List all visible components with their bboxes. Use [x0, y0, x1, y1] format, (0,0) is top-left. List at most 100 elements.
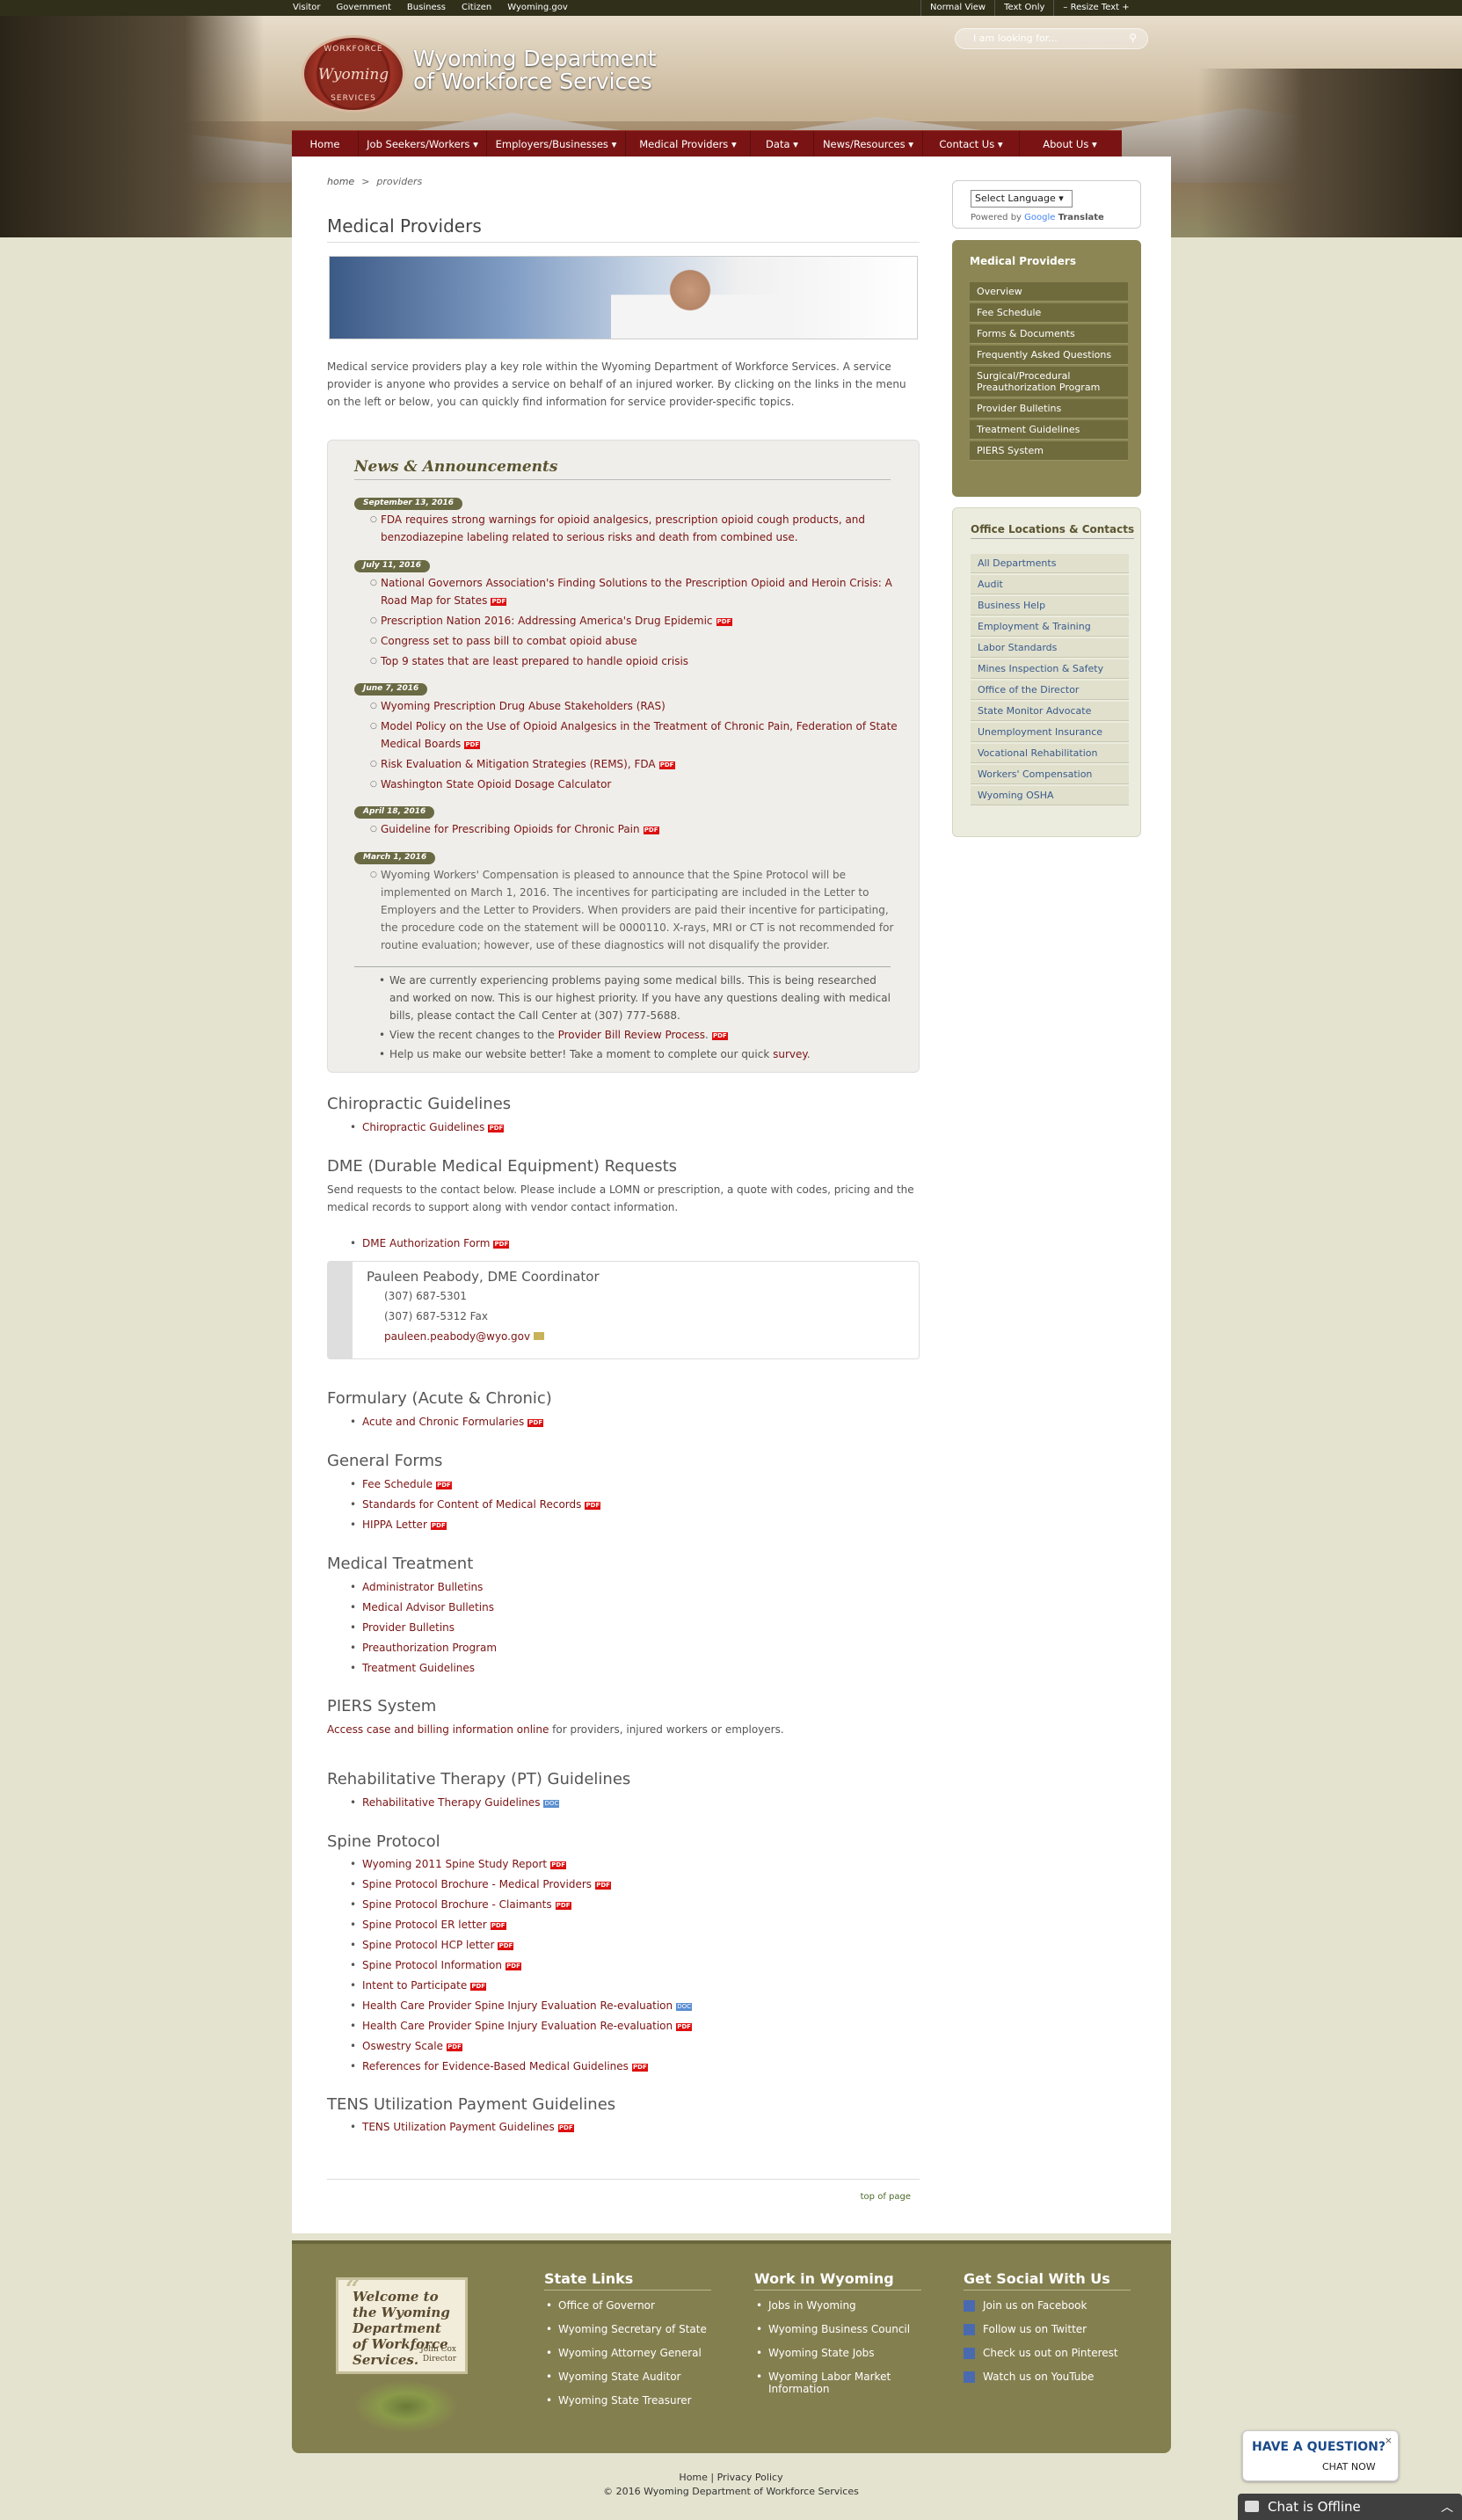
spine-link[interactable]: Health Care Provider Spine Injury Evalua…: [362, 1999, 673, 2012]
spine-link[interactable]: Wyoming 2011 Spine Study Report: [362, 1858, 547, 1870]
piers-access-link[interactable]: Access case and billing information onli…: [327, 1723, 549, 1736]
spine-link[interactable]: Spine Protocol Information: [362, 1959, 502, 1971]
office-link[interactable]: Employment & Training: [971, 617, 1129, 637]
provider-bulletins-link[interactable]: Provider Bulletins: [362, 1621, 455, 1634]
utility-link-business[interactable]: Business: [407, 3, 446, 12]
footer-home-link[interactable]: Home: [679, 2472, 707, 2483]
link-item[interactable]: Administrator Bulletins: [350, 1577, 497, 1598]
search-icon[interactable]: ⚲: [1129, 32, 1137, 44]
sidebar-item-fee-schedule[interactable]: Fee Schedule: [970, 303, 1128, 323]
news-item[interactable]: Congress set to pass bill to combat opio…: [370, 632, 899, 650]
spine-link[interactable]: Spine Protocol HCP letter: [362, 1939, 494, 1951]
top-of-page-link[interactable]: top of page: [861, 2192, 911, 2202]
link-item[interactable]: Medical Advisor Bulletins: [350, 1598, 497, 1618]
link-item[interactable]: Intent to ParticipatePDF: [350, 1976, 692, 1996]
link-item[interactable]: Provider Bulletins: [350, 1618, 497, 1638]
link-item[interactable]: TENS Utilization Payment GuidelinesPDF: [350, 2117, 574, 2138]
office-link[interactable]: State Monitor Advocate: [971, 702, 1129, 721]
news-item[interactable]: Guideline for Prescribing Opioids for Ch…: [370, 820, 899, 838]
treatment-guidelines-link[interactable]: Treatment Guidelines: [362, 1662, 475, 1674]
office-link[interactable]: Workers' Compensation: [971, 765, 1129, 784]
sidebar-item-provider-bulletins[interactable]: Provider Bulletins: [970, 399, 1128, 419]
link-item[interactable]: DME Authorization FormPDF: [350, 1234, 510, 1254]
footer-link[interactable]: Office of Governor: [544, 2299, 711, 2312]
news-link[interactable]: Prescription Nation 2016: Addressing Ame…: [381, 615, 713, 627]
dws-logo[interactable]: WORKFORCE Wyoming SERVICES: [302, 35, 405, 113]
site-title[interactable]: Wyoming Department of Workforce Services: [413, 47, 657, 93]
footer-link[interactable]: Wyoming State Treasurer: [544, 2394, 711, 2407]
link-item[interactable]: Spine Protocol HCP letter PDF: [350, 1935, 692, 1956]
preauthorization-program-link[interactable]: Preauthorization Program: [362, 1642, 497, 1654]
news-item[interactable]: National Governors Association's Finding…: [370, 574, 899, 609]
close-icon[interactable]: ×: [1385, 2435, 1393, 2446]
news-item[interactable]: Wyoming Prescription Drug Abuse Stakehol…: [370, 697, 899, 715]
spine-link[interactable]: Health Care Provider Spine Injury Evalua…: [362, 2020, 673, 2032]
facebook-icon-link[interactable]: Join us on Facebook: [964, 2299, 1131, 2312]
footer-link[interactable]: Wyoming State Auditor: [544, 2371, 711, 2383]
office-link[interactable]: Business Help: [971, 596, 1129, 615]
privacy-policy-link[interactable]: Privacy Policy: [717, 2472, 783, 2483]
provider-bill-review-link[interactable]: Provider Bill Review Process: [558, 1029, 705, 1041]
footer-link[interactable]: Wyoming Business Council: [754, 2323, 921, 2335]
spine-link[interactable]: Spine Protocol Brochure - Claimants: [362, 1898, 552, 1911]
sidebar-item-piers[interactable]: PIERS System: [970, 441, 1128, 461]
nav-medical-providers[interactable]: Medical Providers ▾: [626, 131, 751, 157]
link-item[interactable]: References for Evidence-Based Medical Gu…: [350, 2057, 692, 2077]
spine-link[interactable]: Spine Protocol Brochure - Medical Provid…: [362, 1878, 592, 1890]
sidebar-item-preauthorization[interactable]: Surgical/Procedural Preauthorization Pro…: [970, 367, 1128, 397]
link-item[interactable]: Oswestry Scale PDF: [350, 2036, 692, 2057]
link-item[interactable]: Spine Protocol Brochure - ClaimantsPDF: [350, 1895, 692, 1915]
news-item[interactable]: FDA requires strong warnings for opioid …: [370, 511, 899, 546]
utility-link-government[interactable]: Government: [337, 3, 391, 12]
link-item[interactable]: Standards for Content of Medical Records…: [350, 1495, 601, 1515]
resize-text-control[interactable]: – Resize Text +: [1053, 0, 1138, 16]
chat-now-label[interactable]: CHAT NOW: [1322, 2461, 1376, 2473]
spine-link[interactable]: Oswestry Scale: [362, 2040, 443, 2052]
news-item[interactable]: Top 9 states that are least prepared to …: [370, 652, 899, 670]
nav-contact-us[interactable]: Contact Us ▾: [923, 131, 1020, 157]
chiropractic-guidelines-link[interactable]: Chiropractic Guidelines: [362, 1121, 484, 1133]
medical-records-standards-link[interactable]: Standards for Content of Medical Records: [362, 1498, 581, 1511]
tens-guidelines-link[interactable]: TENS Utilization Payment Guidelines: [362, 2121, 555, 2133]
chat-bar[interactable]: Chat is Offline ︿: [1238, 2494, 1462, 2520]
office-link[interactable]: Wyoming OSHA: [971, 786, 1129, 805]
footer-link[interactable]: Wyoming Labor Market Information: [754, 2371, 904, 2395]
news-link[interactable]: Wyoming Prescription Drug Abuse Stakehol…: [381, 700, 666, 712]
breadcrumb-home[interactable]: home: [327, 176, 354, 187]
utility-link-wyoming-gov[interactable]: Wyoming.gov: [507, 3, 568, 12]
link-item[interactable]: Wyoming 2011 Spine Study ReportPDF: [350, 1854, 692, 1875]
link-item[interactable]: HIPPA LetterPDF: [350, 1515, 600, 1535]
sidebar-item-forms[interactable]: Forms & Documents: [970, 324, 1128, 344]
link-item[interactable]: Spine Protocol ER letterPDF: [350, 1915, 692, 1935]
link-item[interactable]: Treatment Guidelines: [350, 1658, 497, 1679]
office-link[interactable]: Unemployment Insurance: [971, 723, 1129, 742]
news-link[interactable]: FDA requires strong warnings for opioid …: [381, 513, 865, 543]
news-link[interactable]: Guideline for Prescribing Opioids for Ch…: [381, 823, 640, 835]
spine-link[interactable]: Intent to Participate: [362, 1979, 467, 1992]
search-input[interactable]: I am looking for... ⚲: [955, 28, 1148, 49]
sidebar-item-faq[interactable]: Frequently Asked Questions: [970, 346, 1128, 365]
utility-link-visitor[interactable]: Visitor: [293, 3, 321, 12]
spine-link[interactable]: Spine Protocol ER letter: [362, 1919, 487, 1931]
office-link[interactable]: Labor Standards: [971, 638, 1129, 658]
news-item[interactable]: Washington State Opioid Dosage Calculato…: [370, 776, 899, 793]
hippa-letter-link[interactable]: HIPPA Letter: [362, 1519, 427, 1531]
survey-link[interactable]: survey: [773, 1048, 807, 1060]
footer-link[interactable]: Wyoming Secretary of State: [544, 2323, 711, 2335]
nav-about-us[interactable]: About Us ▾: [1020, 131, 1120, 157]
utility-link-citizen[interactable]: Citizen: [462, 3, 491, 12]
youtube-icon-link[interactable]: Watch us on YouTube: [964, 2371, 1131, 2383]
nav-home[interactable]: Home: [292, 131, 359, 157]
medical-advisor-bulletins-link[interactable]: Medical Advisor Bulletins: [362, 1601, 494, 1613]
spine-link[interactable]: References for Evidence-Based Medical Gu…: [362, 2060, 629, 2072]
footer-link[interactable]: Wyoming Attorney General: [544, 2347, 711, 2359]
administrator-bulletins-link[interactable]: Administrator Bulletins: [362, 1581, 483, 1593]
pinterest-icon-link[interactable]: Check us out on Pinterest: [964, 2347, 1131, 2359]
sidebar-item-treatment-guidelines[interactable]: Treatment Guidelines: [970, 420, 1128, 440]
link-item[interactable]: Spine Protocol Information PDF: [350, 1956, 692, 1976]
link-item[interactable]: Spine Protocol Brochure - Medical Provid…: [350, 1875, 692, 1895]
office-link[interactable]: Mines Inspection & Safety: [971, 659, 1129, 679]
nav-employers[interactable]: Employers/Businesses ▾: [487, 131, 626, 157]
link-item[interactable]: Chiropractic Guidelines PDF: [350, 1118, 505, 1138]
news-link[interactable]: Congress set to pass bill to combat opio…: [381, 635, 637, 647]
